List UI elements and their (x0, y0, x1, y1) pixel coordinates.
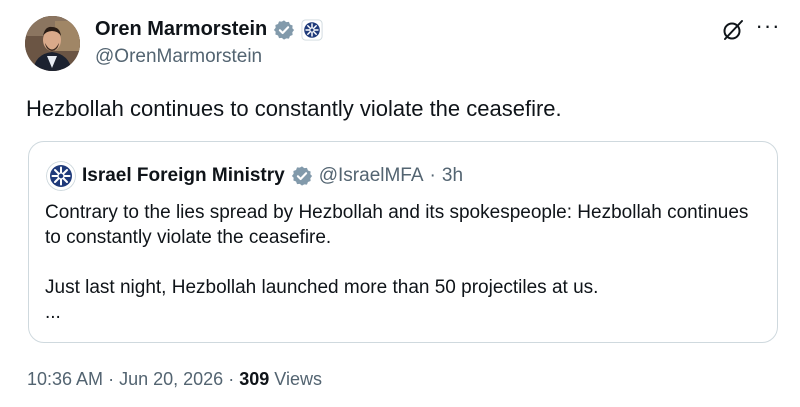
israel-mfa-logo-icon[interactable] (46, 161, 76, 191)
more-options-icon[interactable]: ··· (754, 14, 782, 38)
meta-separator: · (108, 369, 115, 389)
tweet-meta: 10:36 AM · Jun 20, 2026 · 309 Views (27, 369, 322, 390)
quoted-author-handle[interactable]: @IsraelMFA (319, 165, 424, 187)
quoted-paragraph: Just last night, Hezbollah launched more… (45, 277, 599, 298)
meta-separator: · (228, 369, 235, 389)
quoted-separator: · (429, 165, 436, 186)
quoted-time-ago[interactable]: 3h (442, 165, 463, 187)
views-label: Views (274, 369, 322, 389)
quoted-tweet-header: Israel Foreign Ministry @IsraelMFA · 3h (46, 161, 463, 191)
avatar[interactable] (25, 16, 80, 71)
verified-badge-icon[interactable] (273, 19, 295, 41)
quoted-tweet-body: Contrary to the lies spread by Hezbollah… (45, 200, 755, 325)
author-handle[interactable]: @OrenMarmorstein (95, 46, 262, 68)
quoted-ellipsis: ... (45, 302, 61, 323)
views-count: 309 (239, 369, 270, 389)
grok-icon[interactable] (720, 17, 746, 43)
quoted-tweet-card[interactable]: Israel Foreign Ministry @IsraelMFA · 3h … (28, 141, 778, 343)
author-name-row: Oren Marmorstein (95, 18, 323, 41)
tweet-date[interactable]: Jun 20, 2026 (119, 369, 223, 389)
author-name[interactable]: Oren Marmorstein (95, 18, 267, 41)
government-emblem-icon[interactable] (301, 18, 323, 41)
profile-photo-icon (25, 16, 80, 71)
quoted-paragraph: Contrary to the lies spread by Hezbollah… (45, 202, 749, 248)
tweet-time[interactable]: 10:36 AM (27, 369, 103, 389)
quoted-author-name[interactable]: Israel Foreign Ministry (82, 165, 285, 187)
tweet-text: Hezbollah continues to constantly violat… (26, 96, 562, 121)
quoted-verified-badge-icon[interactable] (291, 165, 313, 187)
